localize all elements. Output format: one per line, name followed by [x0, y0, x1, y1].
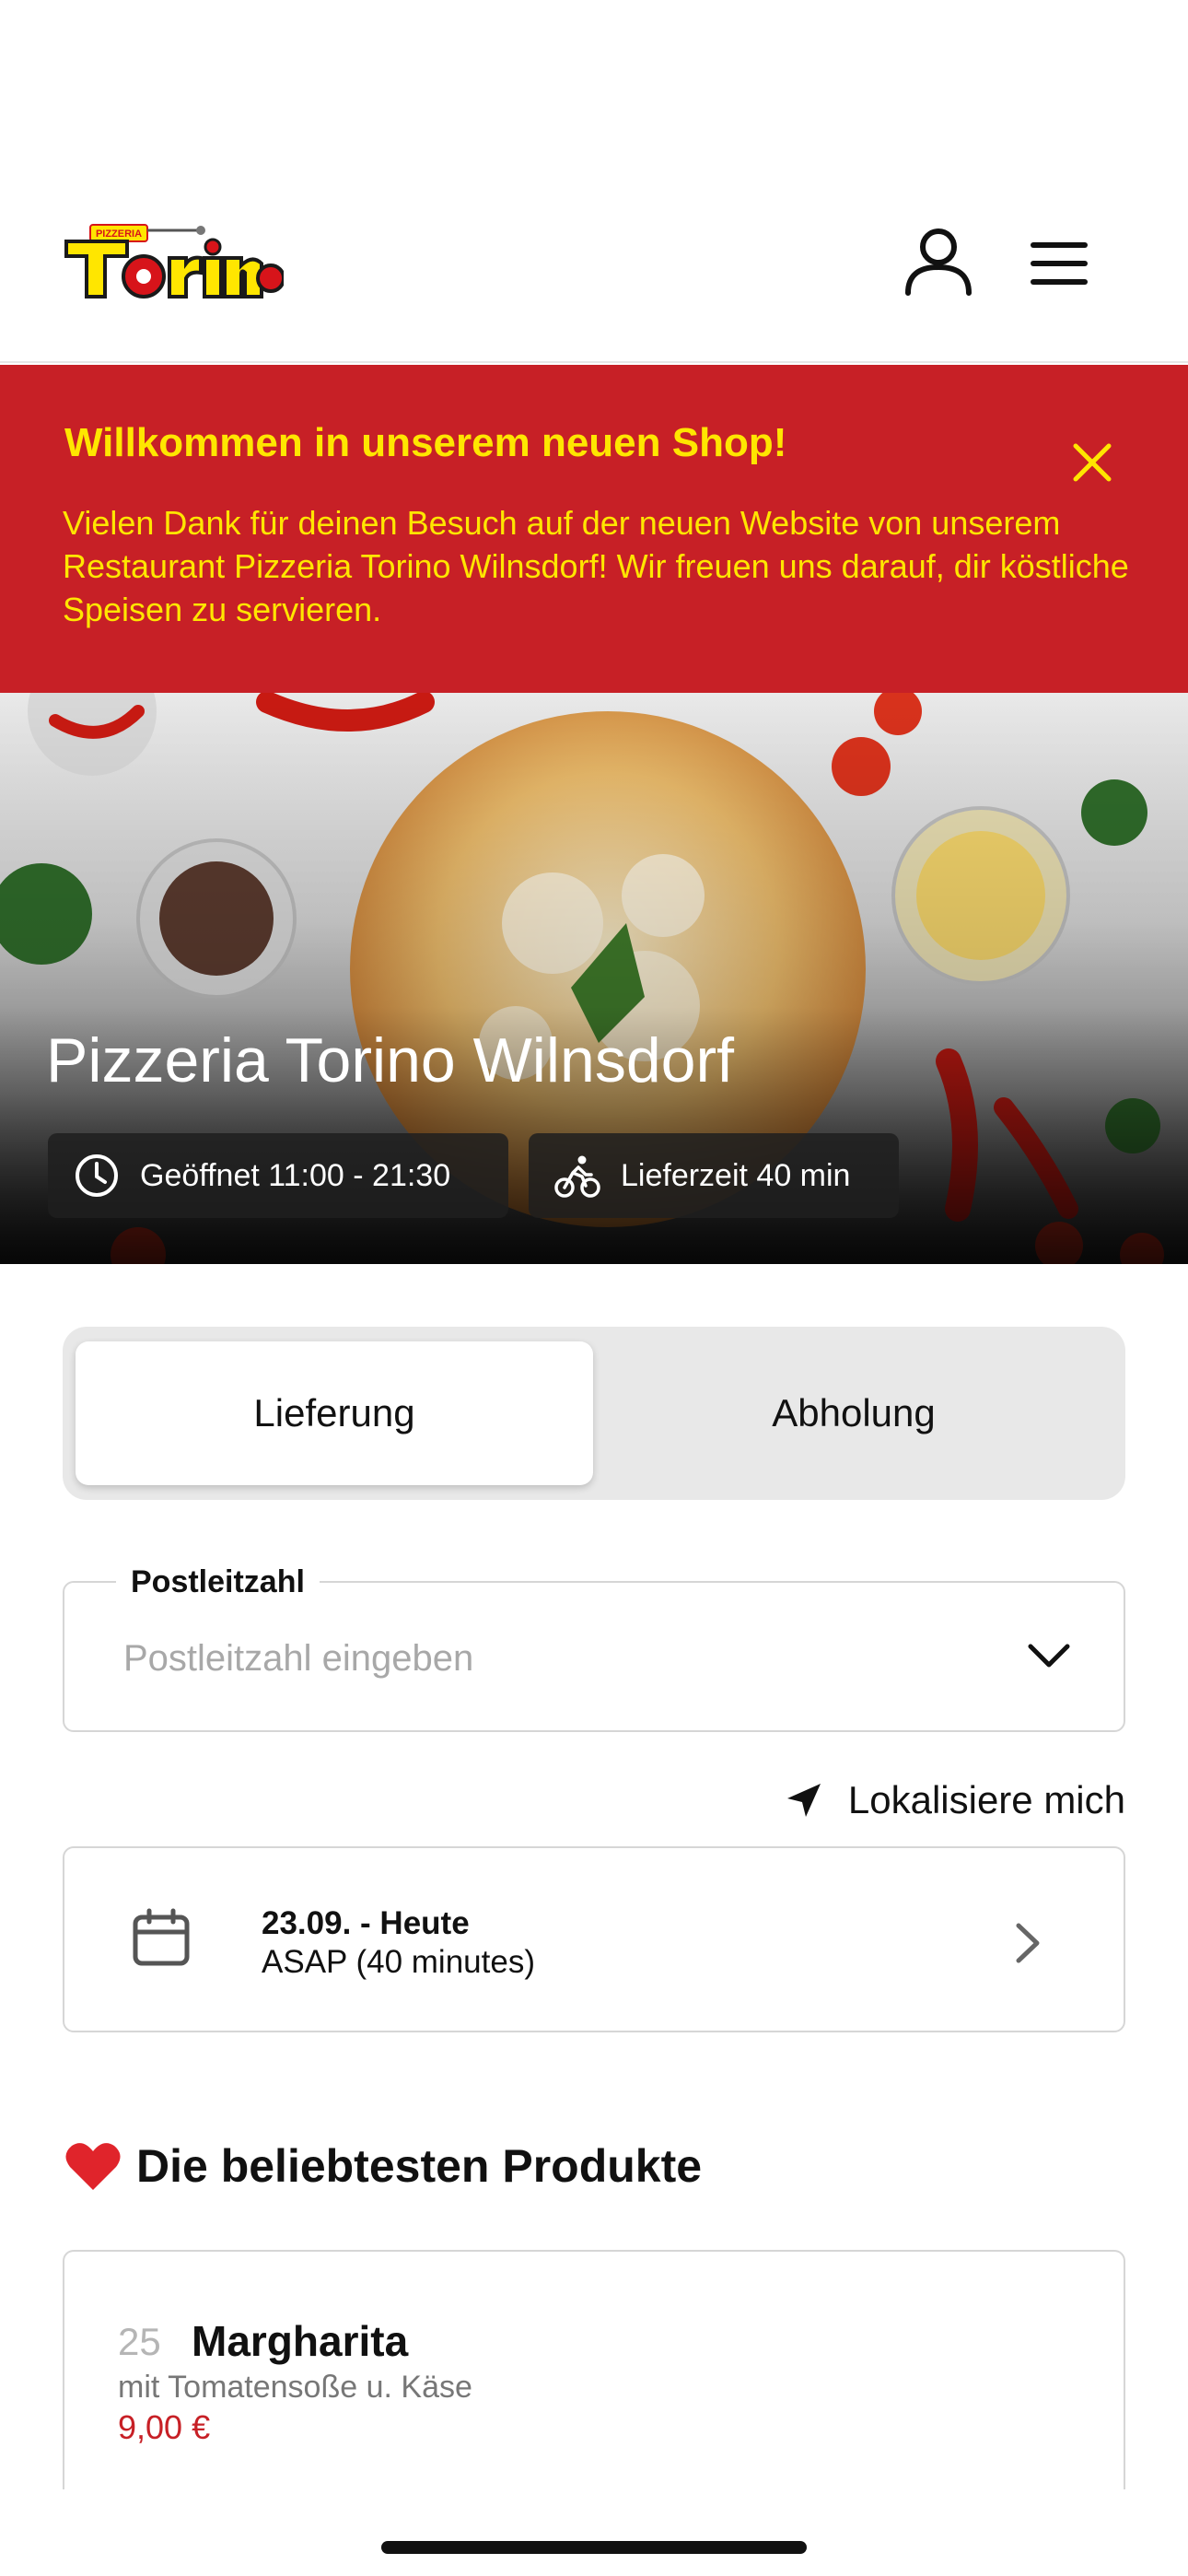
product-name: Margharita	[192, 2317, 409, 2365]
product-price: 9,00 €	[118, 2408, 211, 2446]
postal-code-label: Postleitzahl	[116, 1564, 320, 1600]
header: PIZZERIA	[0, 0, 1188, 363]
postal-code-placeholder: Postleitzahl eingeben	[123, 1638, 474, 1679]
popular-products-title: Die beliebtesten Produkte	[136, 2140, 703, 2192]
logo[interactable]: PIZZERIA	[63, 221, 285, 304]
postal-code-select[interactable]: Postleitzahl Postleitzahl eingeben	[63, 1564, 1125, 1732]
product-number: 25	[118, 2320, 161, 2363]
menu-button[interactable]	[1028, 236, 1094, 291]
locate-me-button[interactable]: Lokalisiere mich	[755, 1773, 1125, 1828]
welcome-banner: Willkommen in unserem neuen Shop! Vielen…	[0, 365, 1188, 693]
logo-graphic: PIZZERIA	[64, 224, 285, 299]
clock-icon	[76, 1154, 118, 1197]
delivery-tab[interactable]: Lieferung	[76, 1341, 593, 1485]
order-mode-toggle: Lieferung Abholung	[63, 1327, 1125, 1500]
chevron-right-icon	[1016, 1923, 1040, 1963]
restaurant-name: Pizzeria Torino Wilnsdorf	[46, 1025, 735, 1095]
user-icon	[905, 228, 972, 296]
account-button[interactable]	[903, 225, 974, 297]
popular-products-heading: Die beliebtesten Produkte	[64, 2139, 702, 2193]
opening-hours-text: Geöffnet 11:00 - 21:30	[140, 1157, 451, 1193]
time-date: 23.09. - Heute	[262, 1905, 470, 1941]
product-card[interactable]: 25 Margharita mit Tomatensoße u. Käse 9,…	[63, 2250, 1125, 2489]
time-subtitle: ASAP (40 minutes)	[262, 1944, 535, 1980]
opening-hours-badge: Geöffnet 11:00 - 21:30	[48, 1133, 508, 1218]
hamburger-icon	[1031, 242, 1088, 285]
locate-me-label: Lokalisiere mich	[847, 1778, 1125, 1821]
delivery-time-badge: Lieferzeit 40 min	[529, 1133, 899, 1218]
pickup-tab[interactable]: Abholung	[595, 1341, 1112, 1485]
product-description: mit Tomatensoße u. Käse	[118, 2370, 472, 2405]
close-icon	[1073, 443, 1112, 482]
banner-title: Willkommen in unserem neuen Shop!	[64, 420, 787, 465]
home-indicator[interactable]	[381, 2541, 807, 2554]
svg-text:PIZZERIA: PIZZERIA	[96, 228, 142, 240]
delivery-time-select[interactable]: 23.09. - Heute ASAP (40 minutes)	[63, 1846, 1125, 2032]
heart-icon	[65, 2143, 121, 2190]
delivery-time-text: Lieferzeit 40 min	[621, 1157, 851, 1193]
calendar-icon	[133, 1908, 190, 1966]
bike-icon	[554, 1155, 600, 1198]
chevron-down-icon	[1028, 1644, 1070, 1668]
close-banner-button[interactable]	[1068, 439, 1116, 486]
banner-text: Vielen Dank für deinen Besuch auf der ne…	[63, 504, 1129, 628]
hero-section: Pizzeria Torino Wilnsdorf Geöffnet 11:00…	[0, 693, 1188, 1264]
location-arrow-icon	[786, 1784, 821, 1817]
